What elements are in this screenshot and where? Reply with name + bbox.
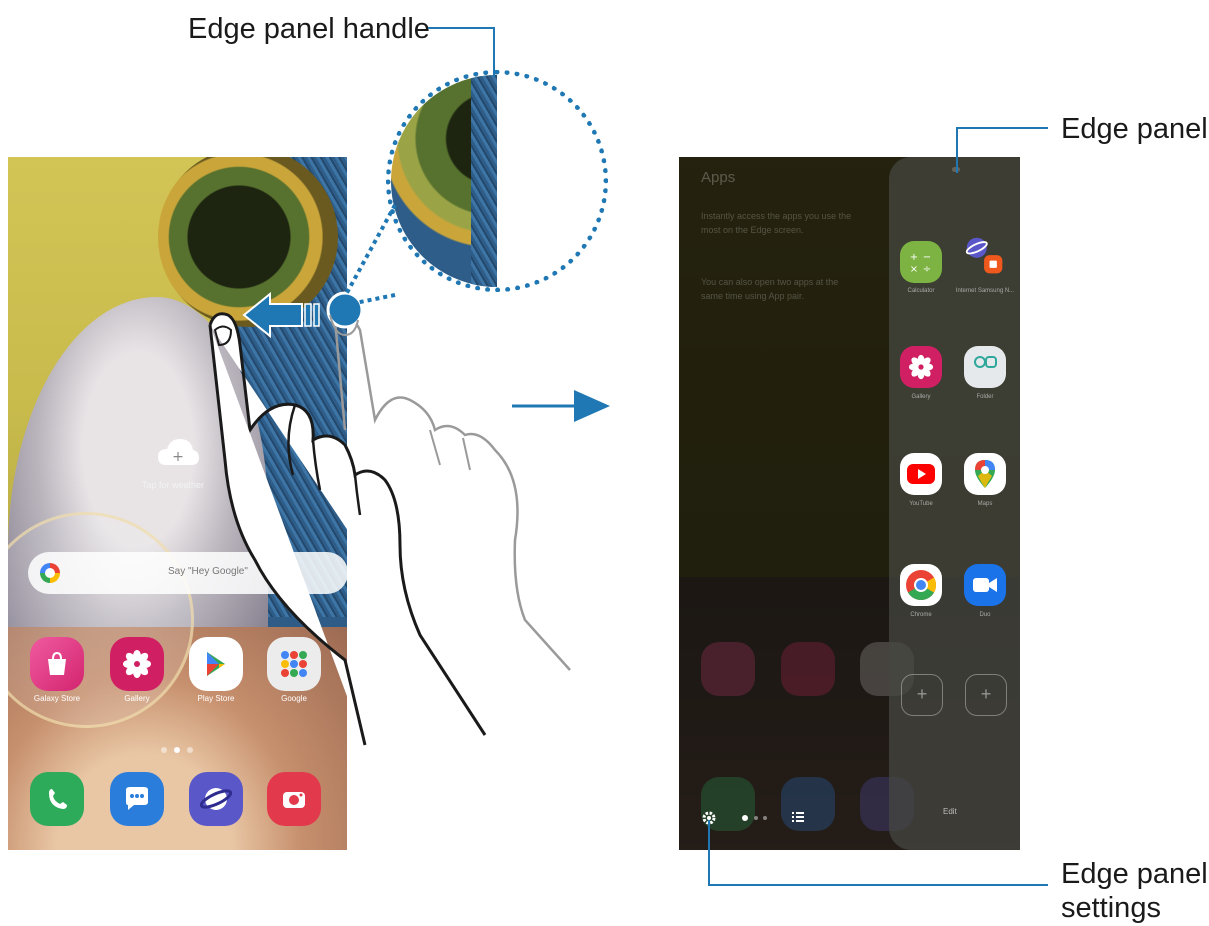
svg-text:+: + <box>910 252 918 263</box>
gallery-app[interactable] <box>110 637 164 691</box>
camera-app[interactable] <box>267 772 321 826</box>
edge-app-label: Internet Samsung N... <box>955 288 1015 294</box>
youtube-icon <box>907 464 935 484</box>
app-pair[interactable] <box>964 235 1006 277</box>
svg-text:÷: ÷ <box>923 264 931 275</box>
flower-icon <box>123 650 151 678</box>
shopping-bag-icon <box>48 651 66 675</box>
chrome-app[interactable] <box>900 564 942 606</box>
magnified-blank <box>497 75 603 287</box>
callout-edge-panel: Edge panel <box>1061 113 1208 145</box>
internet-app[interactable] <box>189 772 243 826</box>
calculator-app[interactable]: + − × ÷ <box>900 241 942 283</box>
app-pair-icon <box>965 237 1003 274</box>
dimmed-app <box>781 777 835 831</box>
camera-icon <box>283 792 305 808</box>
messages-app[interactable] <box>110 772 164 826</box>
page-indicator <box>187 747 193 753</box>
app-label: Gallery <box>124 694 150 703</box>
transition-arrow-icon <box>512 390 610 422</box>
edge-app-label: YouTube <box>909 501 933 507</box>
callout-edge-panel-settings: Edge panel settings <box>1061 857 1208 925</box>
edge-app-label: Maps <box>977 501 993 507</box>
panel-title: Apps <box>701 169 736 186</box>
svg-text:−: − <box>923 252 931 263</box>
add-app-slot[interactable]: + <box>901 674 943 716</box>
page-indicator <box>161 747 167 753</box>
panel-page-indicator <box>754 816 758 820</box>
leader-line <box>428 27 495 29</box>
svg-text:+: + <box>172 449 184 465</box>
panel-description: Instantly access the apps you use the mo… <box>701 211 852 235</box>
leader-line <box>956 127 958 173</box>
hand-gesture-illustration <box>208 291 571 746</box>
maps-icon <box>975 460 995 488</box>
calculator-icon: + − × ÷ <box>910 252 931 275</box>
chrome-icon <box>906 570 937 601</box>
panel-description: You can also open two apps at the same t… <box>701 277 839 301</box>
folder-app[interactable] <box>964 346 1006 388</box>
galaxy-store-app[interactable] <box>30 637 84 691</box>
app-label: Galaxy Store <box>33 694 81 703</box>
maps-app[interactable] <box>964 453 1006 495</box>
phone-icon <box>49 789 67 809</box>
edge-panel-phone: Apps Instantly access the apps you use t… <box>679 157 1020 850</box>
phone-app[interactable] <box>30 772 84 826</box>
edge-panel[interactable]: + − × ÷ Calculator Internet Samsung N... <box>889 157 1020 850</box>
leader-line <box>708 820 710 885</box>
magnifier-connector <box>341 204 397 307</box>
page-indicator-active <box>174 747 180 753</box>
google-icon <box>40 563 60 583</box>
svg-text:×: × <box>910 264 918 275</box>
leader-line <box>708 884 1048 886</box>
panel-page-indicator-active <box>742 815 748 821</box>
add-app-slot[interactable]: + <box>965 674 1007 716</box>
callout-edge-panel-handle: Edge panel handle <box>188 13 430 45</box>
messages-icon <box>126 787 148 810</box>
internet-icon <box>200 788 232 810</box>
dimmed-app <box>781 642 835 696</box>
list-icon[interactable] <box>791 810 805 824</box>
duo-icon <box>973 578 997 592</box>
edge-app-label: Gallery <box>911 394 931 400</box>
dimmed-app <box>701 642 755 696</box>
youtube-app[interactable] <box>900 453 942 495</box>
leader-line <box>956 127 1048 129</box>
edge-app-label: Calculator <box>907 288 935 294</box>
leader-line <box>493 27 495 77</box>
panel-page-indicator <box>763 816 767 820</box>
gallery-app[interactable] <box>900 346 942 388</box>
edge-handle-magnifier <box>386 70 608 292</box>
magnified-fur <box>471 75 497 287</box>
folder-icon <box>974 356 997 368</box>
callout-line: Edge panel <box>1061 858 1208 890</box>
edge-app-label: Chrome <box>910 612 932 618</box>
edge-app-label: Duo <box>979 612 991 618</box>
duo-app[interactable] <box>964 564 1006 606</box>
callout-line: settings <box>1061 892 1161 924</box>
flower-icon <box>908 354 934 380</box>
edge-app-label: Folder <box>976 394 994 400</box>
edit-button[interactable]: Edit <box>943 807 957 816</box>
